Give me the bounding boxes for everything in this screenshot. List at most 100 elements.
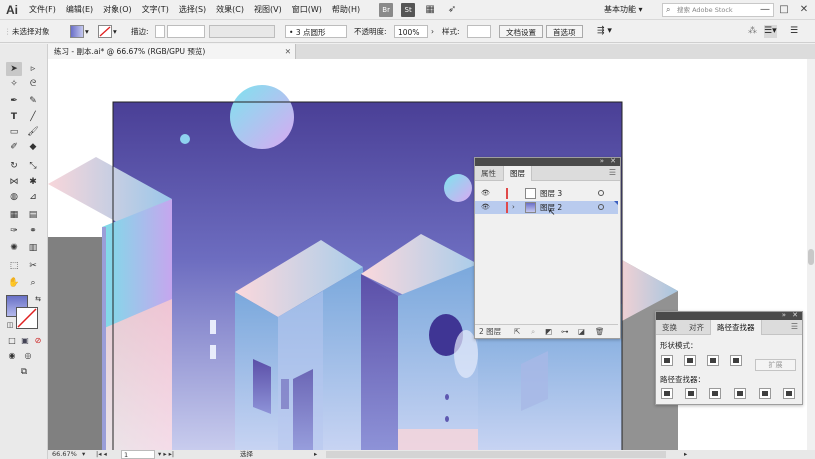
- zoom-tool-icon[interactable]: ⌕: [25, 276, 41, 290]
- gradient-tool-icon[interactable]: ▤: [25, 208, 41, 222]
- preferences-button[interactable]: 首选项: [546, 25, 583, 38]
- blend-tool-icon[interactable]: ⚭: [25, 224, 41, 238]
- stroke-swatch[interactable]: [98, 25, 112, 38]
- visibility-eye-icon[interactable]: 👁: [481, 201, 490, 214]
- collapse-panel-icon[interactable]: »: [782, 311, 786, 319]
- scale-tool-icon[interactable]: ⤡: [25, 159, 41, 173]
- control-menu-icon[interactable]: ☰: [790, 25, 798, 38]
- minus-back-icon[interactable]: [783, 388, 795, 399]
- panel-menu-icon[interactable]: ☰: [791, 322, 798, 331]
- horizontal-scrollbar[interactable]: [326, 451, 666, 458]
- artboard-nav-next-icon[interactable]: ▾ ▸ ▸|: [158, 450, 174, 459]
- align-icon[interactable]: ⁂: [748, 25, 757, 38]
- menu-edit[interactable]: 编辑(E): [61, 4, 98, 15]
- shaper-tool-icon[interactable]: ✐: [6, 140, 22, 154]
- layer-target-icon[interactable]: [598, 190, 604, 196]
- stroke-dropdown-icon[interactable]: ▾: [113, 25, 117, 38]
- minimize-button[interactable]: —: [758, 2, 772, 18]
- close-tab-icon[interactable]: ✕: [285, 44, 291, 59]
- expand-button[interactable]: 扩展: [755, 359, 796, 371]
- layer-target-icon[interactable]: [598, 204, 604, 210]
- menu-type[interactable]: 文字(T): [137, 4, 174, 15]
- stock-icon[interactable]: St: [401, 2, 416, 17]
- opacity-input[interactable]: 100%: [394, 25, 428, 38]
- menu-file[interactable]: 文件(F): [24, 4, 61, 15]
- close-window-button[interactable]: ✕: [797, 2, 811, 18]
- document-setup-button[interactable]: 文档设置: [499, 25, 543, 38]
- puppet-warp-tool-icon[interactable]: ✱: [25, 175, 41, 189]
- none-mode-icon[interactable]: ⊘: [30, 334, 46, 348]
- expand-layer-icon[interactable]: ›: [512, 201, 515, 214]
- intersect-icon[interactable]: [707, 355, 719, 366]
- paintbrush-tool-icon[interactable]: 🖌: [25, 125, 41, 139]
- gpu-performance-icon[interactable]: ➶: [445, 3, 459, 17]
- zoom-dropdown-icon[interactable]: ▾: [82, 450, 85, 459]
- collapse-panel-icon[interactable]: »: [600, 157, 604, 165]
- menu-select[interactable]: 选择(S): [174, 4, 211, 15]
- maximize-button[interactable]: □: [777, 2, 791, 18]
- fill-swatch[interactable]: [70, 25, 84, 38]
- tab-layers[interactable]: 图层: [503, 166, 532, 181]
- eyedropper-tool-icon[interactable]: ✑: [6, 224, 22, 238]
- panel-menu-icon[interactable]: ☰: [609, 168, 616, 177]
- opacity-dropdown-icon[interactable]: ›: [431, 25, 434, 38]
- menu-object[interactable]: 对象(O): [98, 4, 137, 15]
- drawing-mode-icon[interactable]: ◉: [4, 349, 20, 363]
- visibility-eye-icon[interactable]: 👁: [481, 187, 490, 200]
- draw-inside-icon[interactable]: ◎: [20, 349, 36, 363]
- vertical-scrollbar-thumb[interactable]: [808, 249, 814, 265]
- menu-window[interactable]: 窗口(W): [287, 4, 327, 15]
- screen-mode-icon[interactable]: ⧉: [16, 365, 32, 379]
- default-colors-icon[interactable]: ◫: [2, 318, 18, 332]
- tab-pathfinder[interactable]: 路径查找器: [710, 320, 762, 335]
- stroke-weight-input[interactable]: [167, 25, 205, 38]
- new-sublayer-icon[interactable]: ⊶: [561, 325, 569, 339]
- layer-row[interactable]: 👁 图层 3: [475, 187, 618, 200]
- direct-selection-tool-icon[interactable]: ▹: [25, 62, 41, 76]
- unite-icon[interactable]: [661, 355, 673, 366]
- bridge-icon[interactable]: Br: [379, 2, 394, 17]
- eraser-tool-icon[interactable]: ◆: [25, 140, 41, 154]
- exclude-icon[interactable]: [730, 355, 742, 366]
- hand-tool-icon[interactable]: ✋: [6, 276, 22, 290]
- document-tab[interactable]: 练习 - 副本.ai* @ 66.67% (RGB/GPU 预览) ✕: [48, 44, 296, 59]
- menu-help[interactable]: 帮助(H): [327, 4, 365, 15]
- selection-tool-icon[interactable]: ➤: [6, 62, 22, 76]
- pen-tool-icon[interactable]: ✒: [6, 94, 22, 108]
- tab-align[interactable]: 对齐: [683, 320, 710, 335]
- crop-icon[interactable]: [734, 388, 746, 399]
- lasso-tool-icon[interactable]: ᘓ: [25, 77, 41, 91]
- swap-fill-stroke-icon[interactable]: ⇆: [30, 292, 46, 306]
- variable-width-profile-select[interactable]: [209, 25, 275, 38]
- locate-object-icon[interactable]: ⌕: [531, 325, 535, 339]
- minus-front-icon[interactable]: [684, 355, 696, 366]
- brush-definition-select[interactable]: • 3 点圆形: [285, 25, 347, 38]
- status-menu-icon[interactable]: ▸: [314, 450, 317, 459]
- fill-dropdown-icon[interactable]: ▾: [85, 25, 89, 38]
- curvature-tool-icon[interactable]: ✎: [25, 94, 41, 108]
- clipping-mask-icon[interactable]: ◩: [545, 325, 552, 339]
- symbol-sprayer-tool-icon[interactable]: ✺: [6, 241, 22, 255]
- rectangle-tool-icon[interactable]: ▭: [6, 125, 22, 139]
- workspace-switcher[interactable]: 基本功能 ▾: [604, 4, 643, 15]
- type-tool-icon[interactable]: T: [6, 110, 22, 124]
- column-graph-tool-icon[interactable]: ▥: [25, 241, 41, 255]
- magic-wand-tool-icon[interactable]: ✧: [6, 77, 22, 91]
- rotate-tool-icon[interactable]: ↻: [6, 159, 22, 173]
- close-panel-icon[interactable]: ✕: [792, 311, 798, 319]
- export-icon[interactable]: ⇱: [514, 325, 520, 339]
- scroll-right-icon[interactable]: ▸: [684, 450, 687, 459]
- menu-effect[interactable]: 效果(C): [211, 4, 249, 15]
- divide-icon[interactable]: [661, 388, 673, 399]
- shape-builder-tool-icon[interactable]: ◍: [6, 190, 22, 204]
- artboard-nav-first-icon[interactable]: |◂ ◂: [96, 450, 107, 459]
- panel-toggle-icon[interactable]: ☰▾: [764, 25, 777, 38]
- graphic-style-select[interactable]: [467, 25, 491, 38]
- perspective-grid-tool-icon[interactable]: ⊿: [25, 190, 41, 204]
- trim-icon[interactable]: [685, 388, 697, 399]
- slice-tool-icon[interactable]: ✂: [25, 259, 41, 273]
- vertical-scrollbar[interactable]: [807, 59, 815, 450]
- delete-layer-icon[interactable]: 🗑: [595, 325, 605, 339]
- width-tool-icon[interactable]: ⋈: [6, 175, 22, 189]
- arrange-icon[interactable]: ⇶ ▾: [597, 25, 612, 38]
